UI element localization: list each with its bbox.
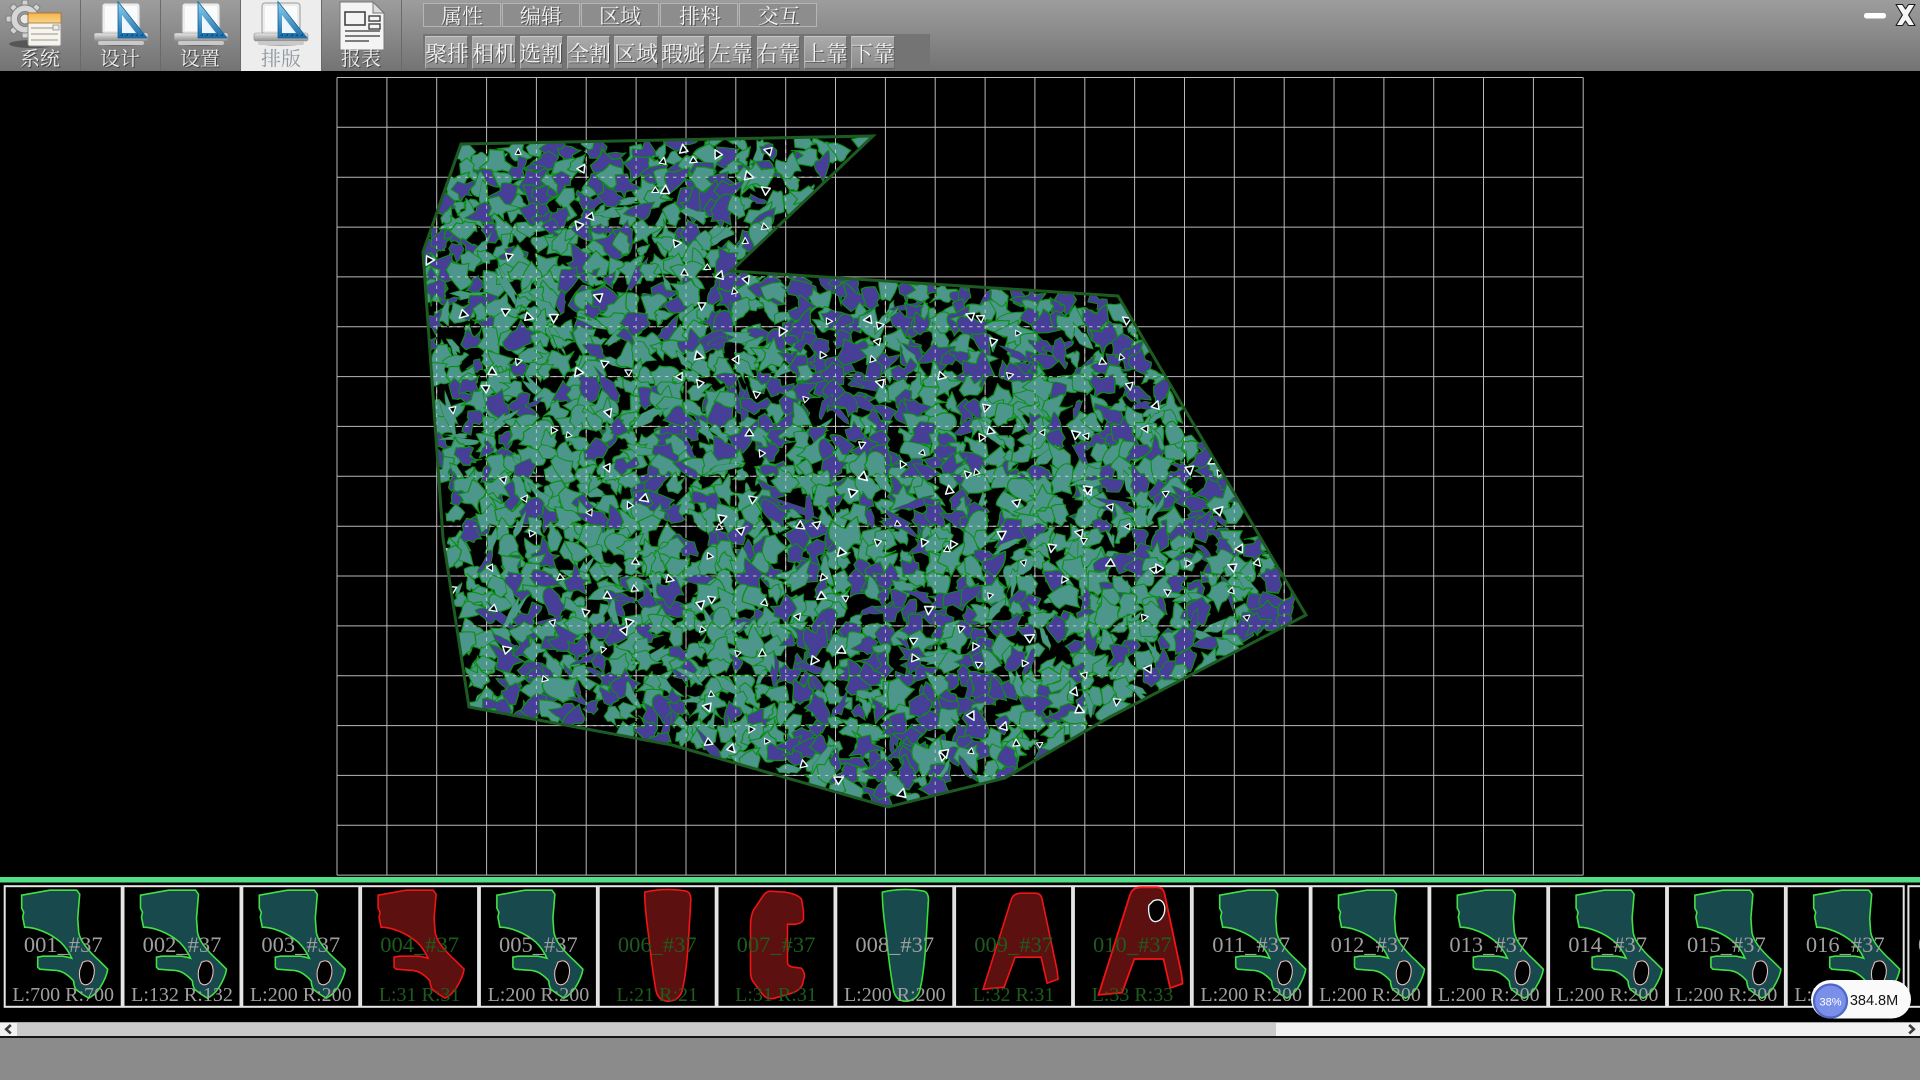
svg-text:014_#37: 014_#37 bbox=[1568, 932, 1647, 957]
svg-text:L:200 R:200: L:200 R:200 bbox=[488, 984, 590, 1006]
svg-text:010_#37: 010_#37 bbox=[1093, 932, 1172, 957]
svg-text:007_#37: 007_#37 bbox=[737, 932, 816, 957]
svg-text:004_#37: 004_#37 bbox=[380, 932, 459, 957]
svg-text:L:200 R:200: L:200 R:200 bbox=[1200, 984, 1302, 1006]
svg-text:013_#37: 013_#37 bbox=[1449, 932, 1528, 957]
svg-text:011_#37: 011_#37 bbox=[1212, 932, 1290, 957]
svg-text:001_#37: 001_#37 bbox=[24, 932, 103, 957]
svg-text:L:200 R:200: L:200 R:200 bbox=[1557, 984, 1659, 1006]
svg-text:002_#37: 002_#37 bbox=[143, 932, 222, 957]
svg-text:015_#37: 015_#37 bbox=[1687, 932, 1766, 957]
svg-text:L:32 R:31: L:32 R:31 bbox=[973, 984, 1055, 1006]
svg-text:009_#37: 009_#37 bbox=[974, 932, 1053, 957]
svg-text:008_#37: 008_#37 bbox=[855, 932, 934, 957]
svg-text:L:200 R:200: L:200 R:200 bbox=[1438, 984, 1540, 1006]
svg-text:005_#37: 005_#37 bbox=[499, 932, 578, 957]
svg-text:L:31 R:31: L:31 R:31 bbox=[735, 984, 817, 1006]
svg-text:L:21 R:21: L:21 R:21 bbox=[616, 984, 698, 1006]
svg-text:L:200 R:200: L:200 R:200 bbox=[250, 984, 352, 1006]
svg-text:003_#37: 003_#37 bbox=[261, 932, 340, 957]
svg-text:L:33 R:33: L:33 R:33 bbox=[1092, 984, 1174, 1006]
svg-text:L:200 R:200: L:200 R:200 bbox=[844, 984, 946, 1006]
svg-text:016_#37: 016_#37 bbox=[1806, 932, 1885, 957]
svg-text:38%: 38% bbox=[1819, 997, 1841, 1009]
svg-text:006_#37: 006_#37 bbox=[618, 932, 697, 957]
svg-text:L:132 R:132: L:132 R:132 bbox=[131, 984, 233, 1006]
svg-text:L:200 R:200: L:200 R:200 bbox=[1319, 984, 1421, 1006]
svg-text:384.8M: 384.8M bbox=[1850, 993, 1898, 1009]
svg-text:L:200 R:200: L:200 R:200 bbox=[1676, 984, 1778, 1006]
svg-text:012_#37: 012_#37 bbox=[1331, 932, 1410, 957]
svg-text:L:700 R:700: L:700 R:700 bbox=[12, 984, 114, 1006]
svg-text:L:31 R:31: L:31 R:31 bbox=[379, 984, 461, 1006]
